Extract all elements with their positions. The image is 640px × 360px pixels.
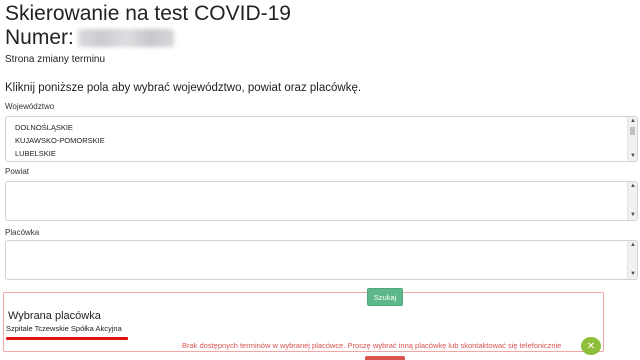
page-subtitle: Strona zmiany terminu <box>5 54 106 65</box>
close-badge-icon[interactable]: ✕ <box>581 337 601 355</box>
facility-label: Placówka <box>5 228 40 237</box>
triangle-down-icon[interactable]: ▼ <box>628 152 637 161</box>
voivodeship-select[interactable]: DOLNOŚLĄSKIE KUJAWSKO-POMORSKIE LUBELSKI… <box>5 116 638 162</box>
voivodeship-label: Województwo <box>5 102 55 111</box>
facility-scrollbar[interactable]: ▲ ▼ <box>627 241 637 279</box>
triangle-up-icon[interactable]: ▲ <box>628 182 637 191</box>
next-button-edge[interactable] <box>365 356 405 360</box>
facility-select[interactable]: ▲ ▼ <box>5 240 638 280</box>
triangle-up-icon[interactable]: ▲ <box>628 241 637 250</box>
county-label: Powiat <box>5 167 30 176</box>
highlight-underline <box>6 337 128 340</box>
redacted-number <box>77 29 174 47</box>
selected-facility-name: Szpitale Tczewskie Spółka Akcyjna <box>6 324 122 333</box>
page-title: Skierowanie na test COVID-19 <box>5 2 291 25</box>
county-select[interactable]: ▲ ▼ <box>5 181 638 221</box>
selected-facility-panel: Wybrana placówka Szpitale Tczewskie Spół… <box>3 292 604 352</box>
voivodeship-scrollbar[interactable]: ▲ ▼ <box>627 117 637 161</box>
instructions-text: Kliknij poniższe pola aby wybrać wojewód… <box>5 82 362 94</box>
county-scrollbar[interactable]: ▲ ▼ <box>627 182 637 220</box>
voivodeship-option[interactable]: DOLNOŚLĄSKIE <box>15 121 637 134</box>
search-button[interactable]: Szukaj <box>367 288 403 306</box>
number-label: Numer: <box>5 26 74 49</box>
scroll-thumb[interactable] <box>630 127 635 135</box>
voivodeship-options: DOLNOŚLĄSKIE KUJAWSKO-POMORSKIE LUBELSKI… <box>6 117 637 160</box>
triangle-down-icon[interactable]: ▼ <box>628 270 637 279</box>
voivodeship-option[interactable]: LUBELSKIE <box>15 147 637 160</box>
voivodeship-option[interactable]: KUJAWSKO-POMORSKIE <box>15 134 637 147</box>
no-appointments-error: Brak dostępnych terminów w wybranej plac… <box>182 341 562 350</box>
referral-number-row: Numer: <box>5 26 174 50</box>
triangle-up-icon[interactable]: ▲ <box>628 117 637 126</box>
selected-facility-title: Wybrana placówka <box>8 310 101 322</box>
triangle-down-icon[interactable]: ▼ <box>628 211 637 220</box>
